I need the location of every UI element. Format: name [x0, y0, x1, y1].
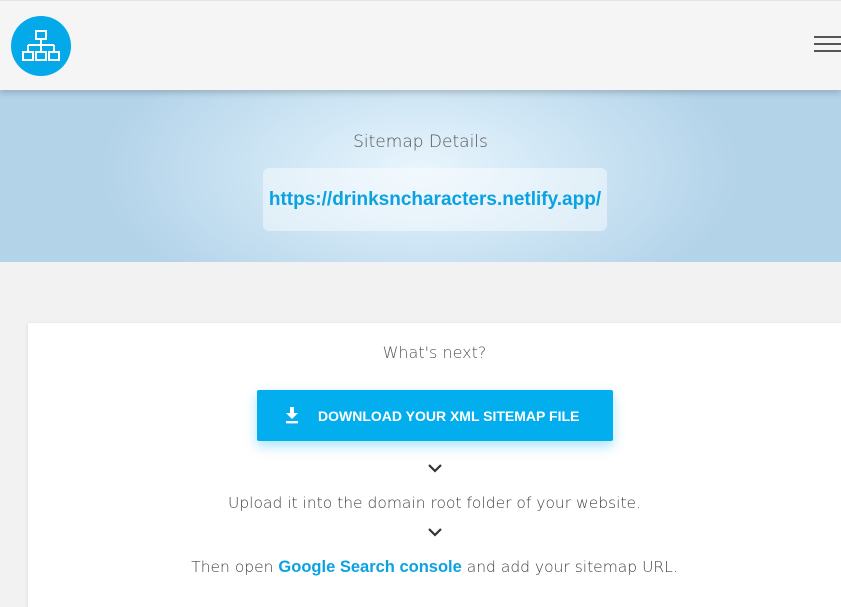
google-search-console-link[interactable]: Google Search console [278, 558, 461, 576]
header [0, 0, 841, 90]
download-sitemap-button[interactable]: DOWNLOAD YOUR XML SITEMAP FILE [257, 390, 613, 441]
chevron-down-icon [428, 464, 442, 473]
download-icon [286, 407, 298, 424]
instruction-suffix: and add your sitemap URL. [461, 558, 678, 576]
download-button-label: DOWNLOAD YOUR XML SITEMAP FILE [318, 407, 580, 424]
sitemap-details-title: Sitemap Details [353, 132, 488, 152]
whats-next-title: What's next? [382, 343, 487, 362]
url-box: https://drinksncharacters.netlify.app/ [263, 168, 607, 231]
logo[interactable] [11, 16, 71, 76]
sitemap-details-banner: Sitemap Details https://drinksncharacter… [0, 90, 841, 262]
whats-next-card: What's next? DOWNLOAD YOUR XML SITEMAP F… [28, 323, 841, 607]
site-url-link[interactable]: https://drinksncharacters.netlify.app/ [269, 189, 601, 211]
hamburger-menu-icon[interactable] [814, 34, 841, 56]
instruction-prefix: Then open [191, 558, 279, 576]
chevron-down-icon [428, 528, 442, 537]
search-console-instruction: Then open Google Search console and add … [28, 558, 841, 577]
upload-instruction: Upload it into the domain root folder of… [227, 494, 642, 512]
sitemap-icon [22, 30, 60, 61]
